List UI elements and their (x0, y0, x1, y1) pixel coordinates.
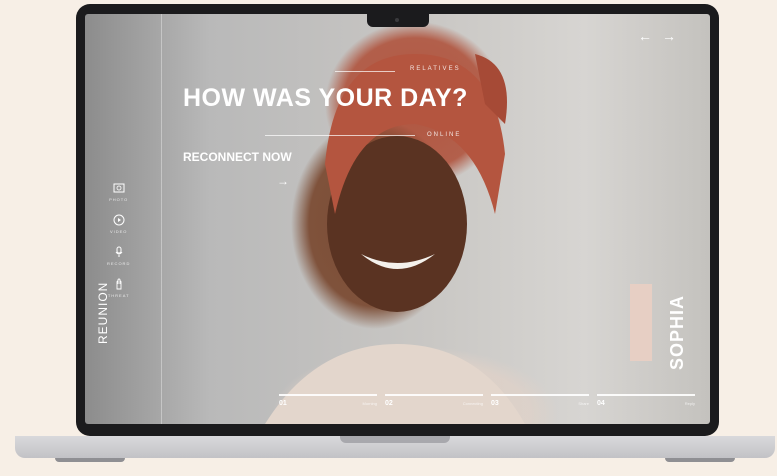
page-title: HOW WAS YOUR DAY? (183, 84, 468, 112)
step-bar (597, 394, 695, 396)
sidebar-item-label: PHOTO (109, 197, 129, 202)
step-1[interactable]: 01 Morning (279, 394, 377, 407)
sidebar-item-photo[interactable]: PHOTO (109, 182, 128, 202)
arrow-right-icon[interactable]: → (662, 28, 676, 44)
step-bar (279, 394, 377, 396)
laptop-base (15, 436, 775, 462)
sidebar-divider (161, 14, 162, 424)
arrow-left-icon[interactable]: ← (638, 28, 652, 44)
contact-name: SOPHIA (667, 294, 687, 370)
base-notch (340, 436, 450, 443)
sidebar-item-label: VIDEO (109, 229, 128, 234)
video-icon (113, 214, 125, 226)
step-4[interactable]: 04 Reply (597, 394, 695, 407)
laptop-foot (55, 458, 125, 462)
camera-icon (395, 18, 399, 22)
sidebar-item-label: RECORD (107, 261, 131, 266)
step-label: Connecting (462, 401, 483, 406)
sidebar-menu: PHOTO VIDEO RECORD THREAT (107, 182, 130, 298)
step-bar (385, 394, 483, 396)
step-bar (491, 394, 589, 396)
relatives-tag[interactable]: RELATIVES (410, 66, 461, 72)
brand-logo[interactable]: REUNION (96, 282, 110, 344)
slide-navigation: ← → (638, 28, 676, 44)
reconnect-button[interactable]: RECONNECT NOW (183, 150, 292, 164)
step-label: Morning (362, 401, 377, 406)
camera-notch (367, 14, 429, 27)
portrait-photo (265, 54, 525, 424)
step-number: 01 (279, 400, 287, 407)
laptop-lid: ← → RELATIVES HOW WAS YOUR DAY? ONLINE R… (76, 4, 719, 436)
sidebar-item-video[interactable]: VIDEO (110, 214, 127, 234)
step-number: 02 (385, 400, 393, 407)
sidebar-item-threat[interactable]: THREAT (108, 278, 130, 298)
step-2[interactable]: 02 Connecting (385, 394, 483, 407)
step-number: 03 (491, 400, 499, 407)
accent-bar (630, 284, 652, 361)
online-line (265, 135, 415, 136)
laptop-foot (665, 458, 735, 462)
sidebar-item-label: THREAT (107, 293, 130, 298)
sidebar-item-record[interactable]: RECORD (107, 246, 130, 266)
progress-steps: 01 Morning 02 Connecting 03 Share 04 Rep… (279, 394, 695, 407)
hand-icon (116, 278, 122, 290)
relatives-line (335, 71, 395, 72)
step-number: 04 (597, 400, 605, 407)
step-label: Reply (684, 401, 695, 406)
step-3[interactable]: 03 Share (491, 394, 589, 407)
microphone-icon (115, 246, 123, 257)
app-screen: ← → RELATIVES HOW WAS YOUR DAY? ONLINE R… (85, 14, 710, 424)
arrow-right-icon[interactable]: → (277, 174, 289, 188)
photo-icon (113, 183, 125, 193)
step-label: Share (578, 401, 589, 406)
online-status: ONLINE (427, 132, 462, 138)
